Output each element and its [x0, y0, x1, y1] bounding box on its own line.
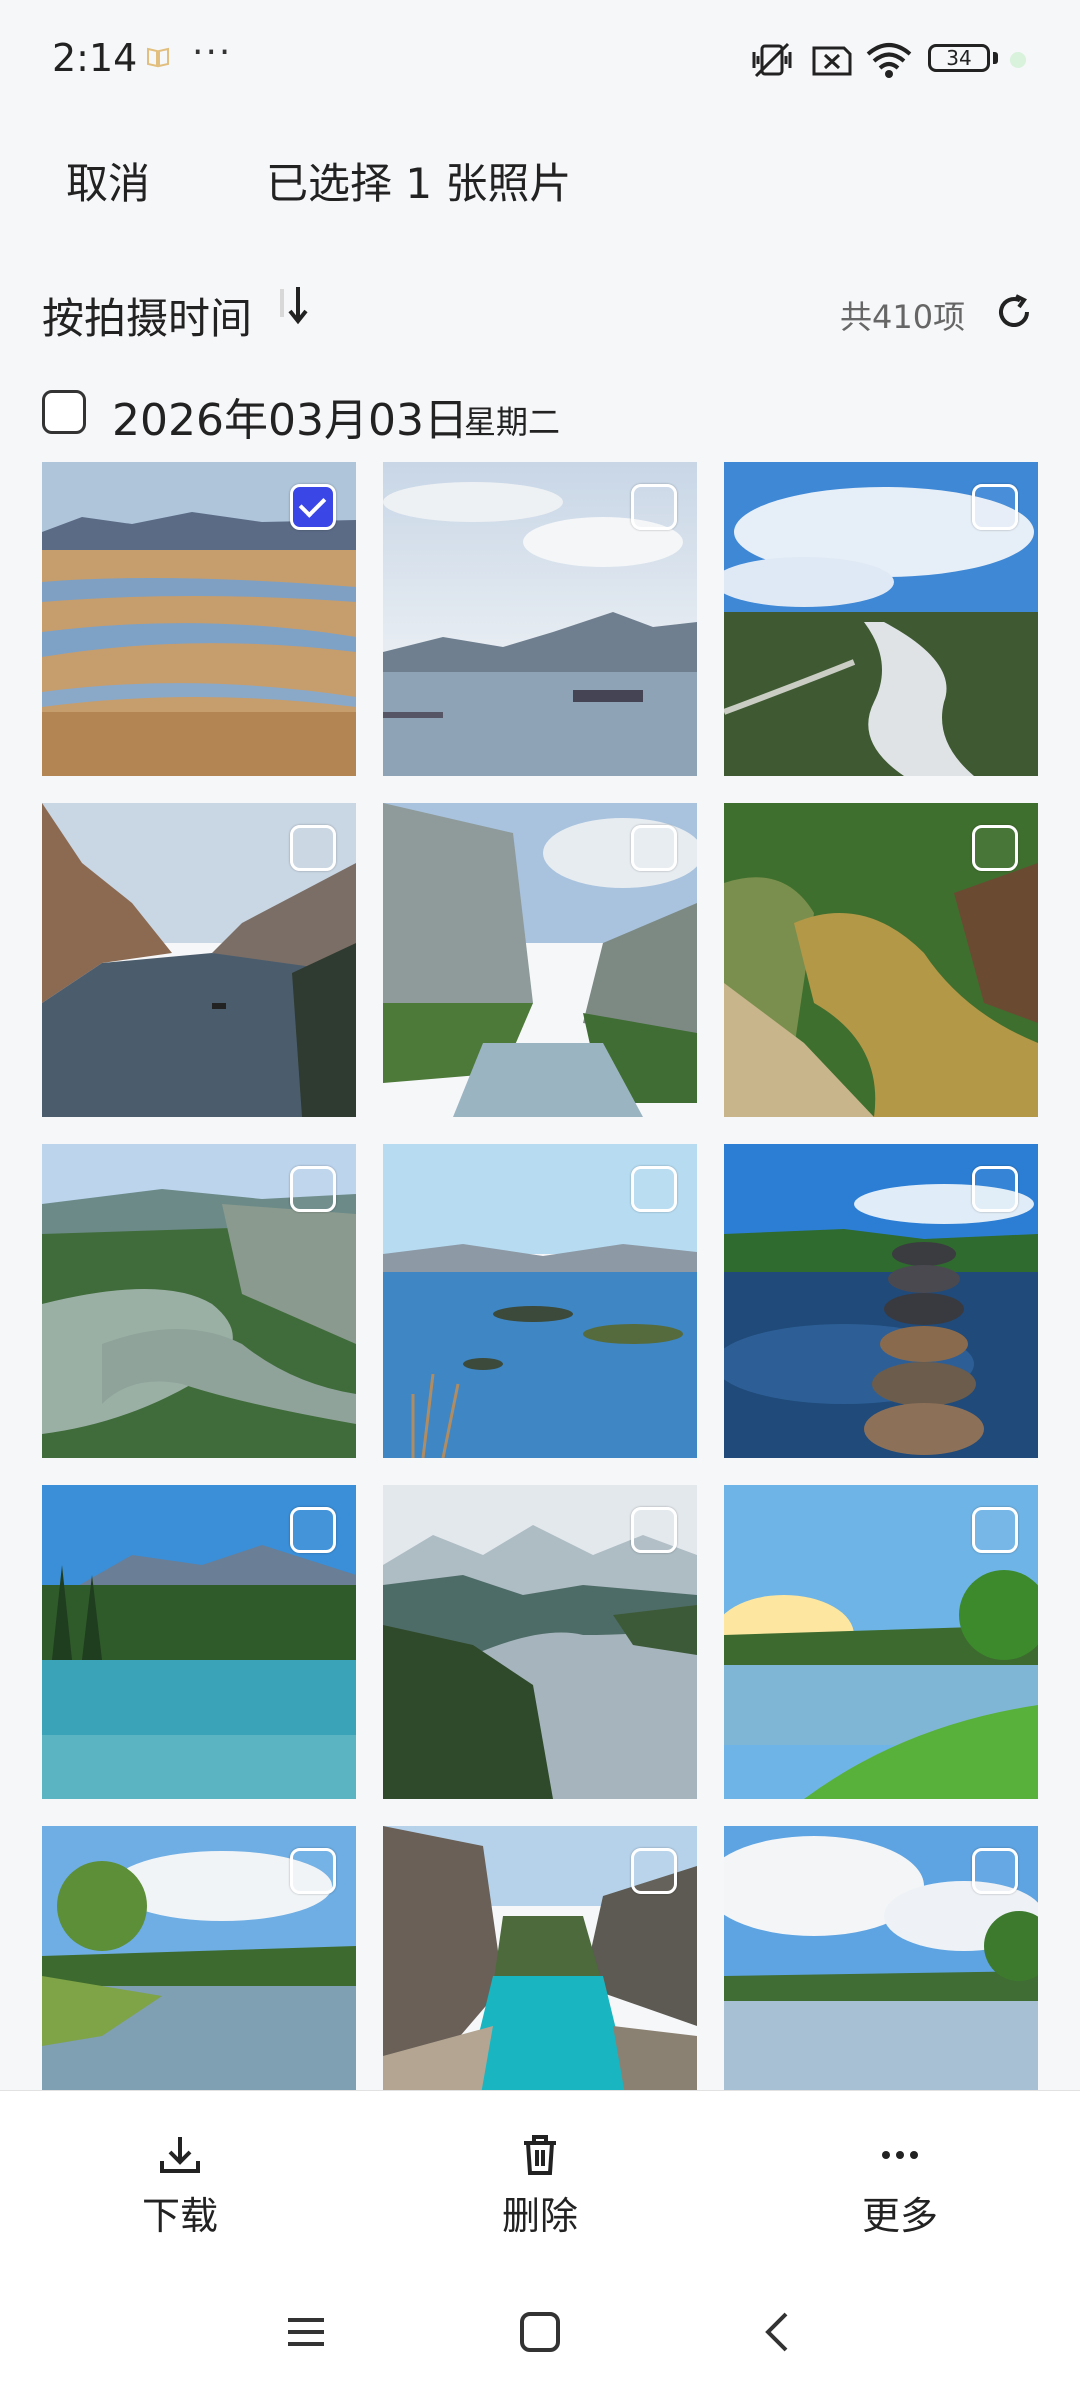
photo-select-checkbox[interactable] [290, 484, 336, 530]
photo-select-checkbox[interactable] [972, 1507, 1018, 1553]
trash-icon [524, 2135, 556, 2175]
sort-by-time-button[interactable]: 按拍摄时间 [42, 285, 252, 346]
photo-select-checkbox[interactable] [631, 1166, 677, 1212]
book-icon [146, 46, 170, 68]
select-date-group-checkbox[interactable] [42, 390, 86, 434]
date-group-weekday: 星期二 [464, 403, 561, 441]
photo-tile-wetland-river-mountains[interactable] [42, 462, 356, 776]
recent-apps-icon[interactable] [284, 2310, 328, 2354]
delete-label: 删除 [501, 2194, 578, 2238]
more-dots-icon [882, 2151, 918, 2159]
photo-tile-sunset-pond-meadow[interactable] [724, 1485, 1038, 1799]
photo-select-checkbox[interactable] [631, 1507, 677, 1553]
delete-button[interactable]: 删除 [440, 2131, 640, 2240]
photo-select-checkbox[interactable] [290, 1166, 336, 1212]
photo-select-checkbox[interactable] [631, 484, 677, 530]
more-notifications-icon: ··· [192, 32, 233, 73]
download-icon [160, 2137, 200, 2173]
home-icon[interactable] [518, 2310, 562, 2354]
photo-select-checkbox[interactable] [290, 825, 336, 871]
photo-tile-lake-boat-mountains[interactable] [383, 462, 697, 776]
photo-tile-blue-river-islands[interactable] [383, 1144, 697, 1458]
photo-tile-turquoise-canyon-river[interactable] [383, 1826, 697, 2090]
photo-select-checkbox[interactable] [290, 1507, 336, 1553]
sort-order-icon[interactable] [274, 283, 310, 337]
photo-tile-river-bend-cliffs[interactable] [42, 1144, 356, 1458]
cancel-button[interactable]: 取消 [66, 150, 150, 211]
bottom-action-bar: 下载 删除 更多 [0, 2090, 1080, 2281]
photo-select-checkbox[interactable] [290, 1848, 336, 1894]
photo-tile-muddy-forest-stream[interactable] [724, 803, 1038, 1117]
system-nav-bar [0, 2280, 1080, 2400]
download-button[interactable]: 下载 [80, 2131, 280, 2240]
photo-tile-gorge-river-boat[interactable] [42, 803, 356, 1117]
photo-grid [42, 462, 1038, 2090]
status-time: 2:14 [52, 36, 138, 80]
photo-select-checkbox[interactable] [972, 484, 1018, 530]
mute-vibrate-icon [748, 40, 796, 84]
photo-tile-cloudy-lake-reflection[interactable] [724, 1826, 1038, 2090]
download-label: 下载 [141, 2194, 218, 2238]
more-label: 更多 [861, 2194, 938, 2238]
photo-select-checkbox[interactable] [972, 1848, 1018, 1894]
refresh-icon[interactable] [994, 292, 1034, 332]
photo-select-checkbox[interactable] [972, 825, 1018, 871]
photo-count: 共410项 [840, 298, 966, 336]
photo-select-checkbox[interactable] [631, 825, 677, 871]
more-button[interactable]: 更多 [800, 2131, 1000, 2240]
date-group-title: 2026年03月03日 [112, 395, 468, 446]
photo-tile-cliff-gorge-reflection[interactable] [383, 803, 697, 1117]
back-icon[interactable] [756, 2310, 800, 2354]
status-bar: 2:14 ··· 34 [0, 0, 1080, 120]
privacy-indicator-dot [1010, 52, 1026, 68]
photo-tile-stacked-stones-stream[interactable] [724, 1144, 1038, 1458]
battery-tip [993, 52, 998, 64]
wifi-icon [864, 40, 914, 84]
photo-tile-clouds-river-grass[interactable] [42, 1826, 356, 2090]
photo-tile-misty-valley-river[interactable] [383, 1485, 697, 1799]
selection-title: 已选择 1 张照片 [266, 159, 572, 208]
photo-tile-aerial-braided-river[interactable] [724, 462, 1038, 776]
photo-tile-turquoise-lake-pines[interactable] [42, 1485, 356, 1799]
battery-icon: 34 [928, 44, 990, 72]
photo-select-checkbox[interactable] [631, 1848, 677, 1894]
photo-select-checkbox[interactable] [972, 1166, 1018, 1212]
no-sim-icon [810, 40, 854, 84]
